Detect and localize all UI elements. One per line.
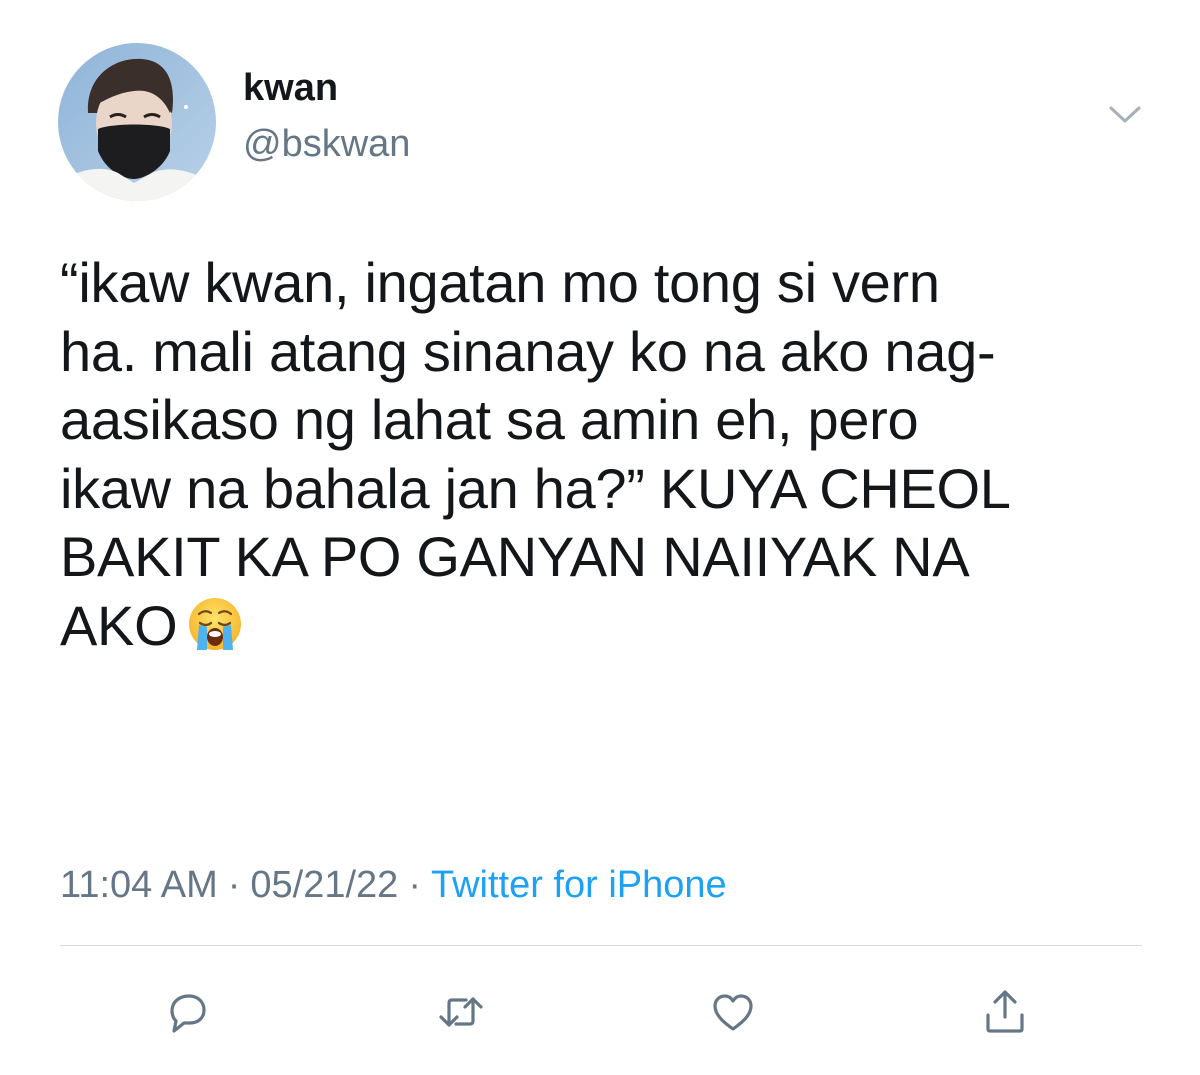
tweet-source-link[interactable]: Twitter for iPhone <box>431 864 727 906</box>
meta-separator: · <box>408 864 421 906</box>
display-name[interactable]: kwan <box>243 66 338 110</box>
tweet-text-line: AKO <box>60 593 178 657</box>
tweet-text-line: “ikaw kwan, ingatan mo tong si vern <box>60 251 940 314</box>
tweet-text-line: aasikaso ng lahat sa amin eh, pero <box>60 388 919 451</box>
reply-icon <box>162 987 212 1037</box>
retweet-button[interactable] <box>436 987 486 1037</box>
tweet-meta: 11:04 AM · 05/21/22 · Twitter for iPhone <box>60 862 727 908</box>
tweet-time[interactable]: 11:04 AM <box>60 864 218 906</box>
avatar[interactable] <box>58 43 216 201</box>
chevron-down-icon[interactable] <box>1108 104 1142 126</box>
tweet-text: “ikaw kwan, ingatan mo tong si vern ha. … <box>60 249 1160 667</box>
tweet-card: kwan @bskwan “ikaw kwan, ingatan mo tong… <box>0 0 1200 1075</box>
share-button[interactable] <box>980 987 1030 1037</box>
tweet-text-line: ha. mali atang sinanay ko na ako nag- <box>60 319 996 383</box>
tweet-date[interactable]: 05/21/22 <box>250 864 398 906</box>
loudly-crying-face-icon <box>187 596 243 668</box>
reply-button[interactable] <box>162 987 212 1037</box>
tweet-text-last-line: AKO <box>60 592 1160 668</box>
heart-icon <box>708 987 758 1037</box>
tweet-text-line: BAKIT KA PO GANYAN NAIIYAK NA <box>60 525 970 588</box>
tweet-text-line: ikaw na bahala jan ha?” KUYA CHEOL <box>60 456 1011 520</box>
retweet-icon <box>436 987 486 1037</box>
meta-separator: · <box>227 864 241 906</box>
user-handle[interactable]: @bskwan <box>243 121 410 167</box>
divider <box>60 945 1142 946</box>
share-icon <box>980 987 1030 1037</box>
avatar-image <box>58 43 216 201</box>
like-button[interactable] <box>708 987 758 1037</box>
